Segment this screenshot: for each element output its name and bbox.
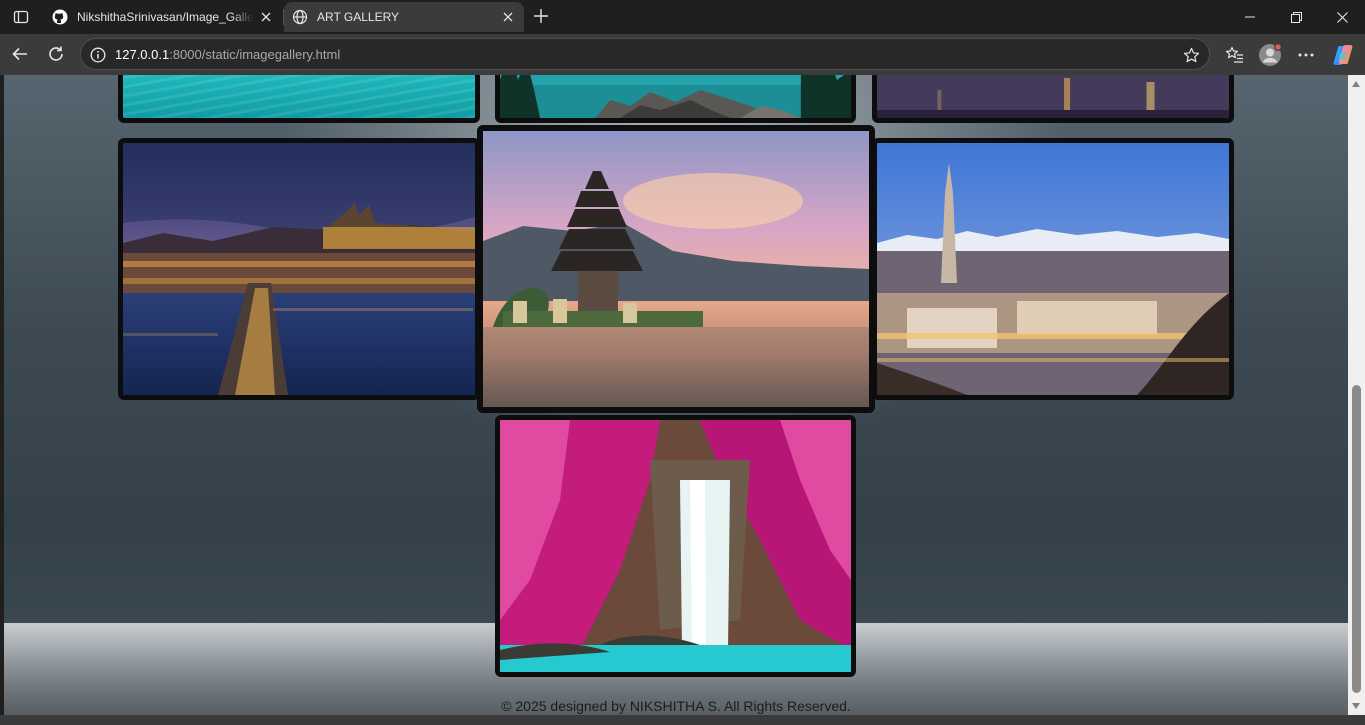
github-icon xyxy=(52,9,68,25)
tab-art-gallery[interactable]: ART GALLERY xyxy=(284,2,524,32)
window-bottom-edge xyxy=(0,715,1365,725)
gallery-image-turquoise-sea[interactable] xyxy=(118,75,480,123)
address-bar[interactable]: 127.0.0.1:8000/static/imagegallery.html xyxy=(80,38,1210,70)
image-mountain-lake xyxy=(500,75,851,118)
image-turquoise-sea xyxy=(123,75,475,118)
url-path: :8000/static/imagegallery.html xyxy=(169,47,341,62)
image-turin-dusk xyxy=(877,143,1229,395)
back-icon[interactable] xyxy=(6,40,34,68)
scroll-up-arrow-icon[interactable] xyxy=(1352,81,1360,87)
footer-copyright: © 2025 designed by NIKSHITHA S. All Righ… xyxy=(501,698,851,714)
refresh-icon[interactable] xyxy=(42,40,70,68)
new-tab-icon[interactable] xyxy=(530,5,552,27)
window-close-icon[interactable] xyxy=(1319,0,1365,34)
close-icon[interactable] xyxy=(258,9,274,25)
gallery-image-waterfall[interactable] xyxy=(495,415,856,677)
tab-title: NikshithaSrinivasan/Image_Gallery xyxy=(77,10,253,24)
image-night-harbor xyxy=(877,75,1229,118)
scrollbar-thumb[interactable] xyxy=(1352,385,1361,693)
minimize-icon[interactable] xyxy=(1227,0,1273,34)
image-bali-temple xyxy=(483,131,869,407)
gallery-image-night-harbor[interactable] xyxy=(872,75,1234,123)
gallery-image-bali-temple[interactable] xyxy=(477,125,875,413)
tab-strip: NikshithaSrinivasan/Image_Gallery ART GA… xyxy=(0,0,1365,34)
favorite-star-icon[interactable] xyxy=(1181,45,1201,65)
globe-icon xyxy=(292,9,308,25)
site-info-icon[interactable] xyxy=(89,46,106,63)
more-options-icon[interactable] xyxy=(1292,41,1320,69)
scroll-down-arrow-icon[interactable] xyxy=(1352,703,1360,709)
close-icon[interactable] xyxy=(500,9,516,25)
gallery-image-prague[interactable] xyxy=(118,138,480,400)
profile-avatar-icon[interactable] xyxy=(1256,41,1284,69)
tab-title: ART GALLERY xyxy=(317,10,400,24)
copilot-icon[interactable] xyxy=(1329,41,1357,69)
url-host: 127.0.0.1 xyxy=(115,47,170,62)
gallery-image-mountain-lake[interactable] xyxy=(495,75,856,123)
page-viewport: © 2025 designed by NIKSHITHA S. All Righ… xyxy=(4,75,1348,715)
image-prague-night xyxy=(123,143,475,395)
url-text: 127.0.0.1:8000/static/imagegallery.html xyxy=(115,47,340,62)
restore-icon[interactable] xyxy=(1273,0,1319,34)
image-pink-waterfall xyxy=(500,420,851,672)
gallery-image-turin[interactable] xyxy=(872,138,1234,400)
browser-toolbar: 127.0.0.1:8000/static/imagegallery.html xyxy=(0,34,1365,75)
page-scrollbar[interactable] xyxy=(1348,75,1365,715)
sidebar-toggle-icon[interactable] xyxy=(8,4,34,30)
favorites-list-icon[interactable] xyxy=(1221,41,1249,69)
tab-github[interactable]: NikshithaSrinivasan/Image_Gallery xyxy=(44,2,282,32)
